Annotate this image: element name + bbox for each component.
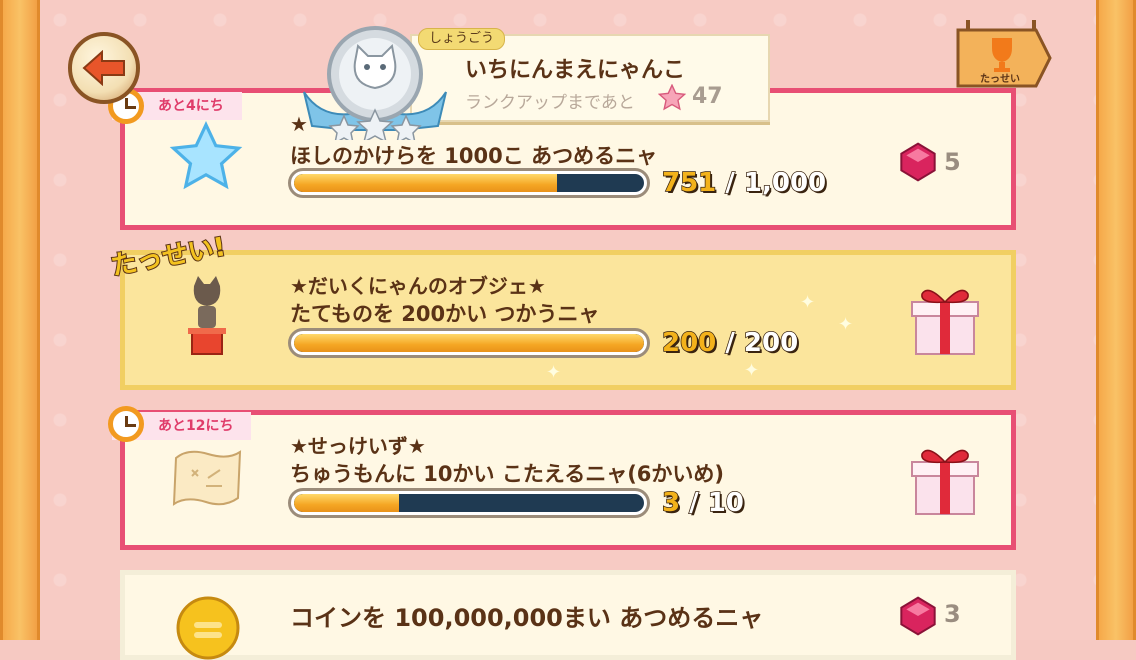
rank-title-card: しょうごう いちにんまえにゃんこ ランクアップまであと 47 [300, 26, 770, 140]
left-frame [0, 0, 40, 640]
pink-star-icon [658, 84, 686, 111]
mission-title: ★せっけいず★ [290, 434, 426, 458]
rank-up-text: ランクアップまであと [465, 93, 635, 113]
reward-count: 3 [944, 600, 961, 628]
progress-text: 3 / 10 [661, 487, 744, 519]
mission-description: コインを 100,000,000まい あつめるニャ [290, 604, 764, 632]
silver-cat-medal-icon [303, 26, 447, 140]
coin-icon [176, 596, 240, 660]
mission-description: たてものを 200かい つかうニャ [290, 302, 600, 326]
progress-text: 200 / 200 [661, 327, 799, 359]
sparkle-icon: ✦ [744, 360, 760, 381]
reward-count: 5 [944, 148, 961, 176]
blueprint-scroll-icon [172, 450, 242, 506]
gem-icon [900, 142, 936, 182]
gift-box-icon[interactable] [908, 282, 982, 356]
rank-up-count: 47 [692, 84, 723, 109]
achievements-button[interactable]: たっせい [956, 16, 1052, 92]
trophy-label: たっせい [980, 74, 1020, 85]
cat-statue-icon [188, 276, 226, 355]
sparkle-icon: ✦ [800, 292, 816, 313]
sparkle-icon: ✦ [838, 314, 854, 335]
clock-icon [108, 406, 144, 442]
back-arrow-icon [82, 50, 125, 86]
progress-bar [288, 488, 650, 518]
gift-box-icon[interactable] [908, 442, 982, 516]
mission-description: ほしのかけらを 1000こ あつめるニャ [290, 144, 658, 168]
rank-title: いちにんまえにゃんこ [465, 58, 686, 83]
mission-description: ちゅうもんに 10かい こたえるニャ(6かいめ) [290, 462, 725, 486]
progress-text: 751 / 1,000 [661, 167, 827, 199]
sparkle-icon: ✦ [546, 362, 562, 383]
right-frame [1096, 0, 1136, 640]
mission-title: ★だいくにゃんのオブジェ★ [290, 274, 546, 298]
progress-bar [288, 328, 650, 358]
back-button[interactable] [68, 32, 140, 104]
star-shard-icon [169, 121, 243, 190]
progress-bar [288, 168, 650, 198]
gem-icon [900, 596, 936, 636]
